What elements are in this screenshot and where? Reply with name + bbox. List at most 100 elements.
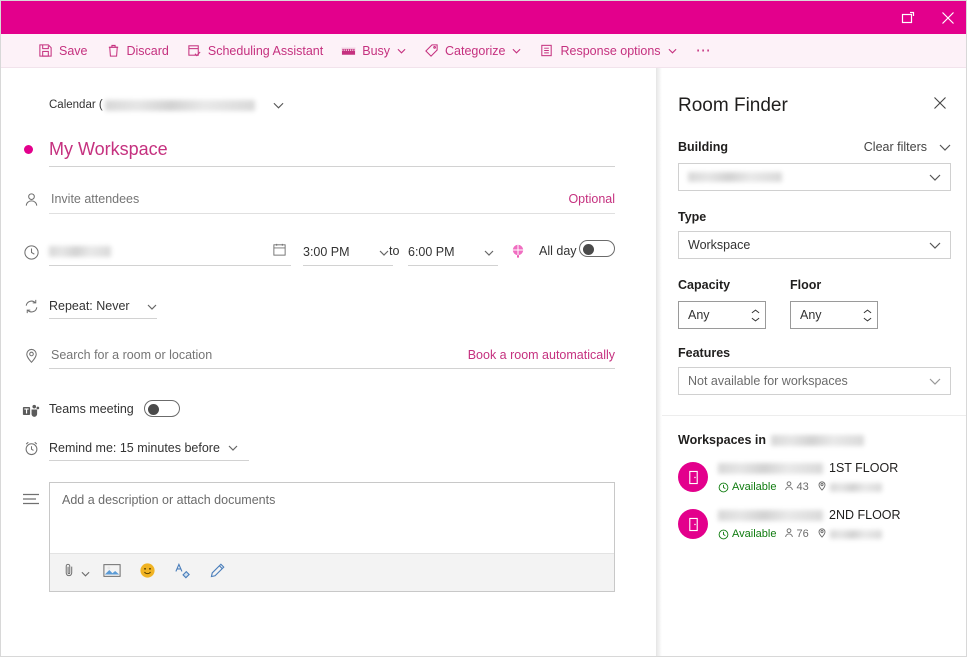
- optional-attendees-link[interactable]: Optional: [568, 192, 615, 206]
- to-label: to: [389, 244, 400, 258]
- save-icon: [38, 43, 53, 58]
- list-item[interactable]: 2ND FLOOR Available 76: [678, 507, 951, 541]
- description-lines-icon: [19, 492, 43, 506]
- floor-label: Floor: [790, 278, 822, 292]
- insert-picture-button[interactable]: [99, 560, 125, 586]
- workspace-body: 2ND FLOOR Available 76: [718, 507, 951, 541]
- toggle-knob: [147, 404, 159, 415]
- scheduling-assistant-button[interactable]: Scheduling Assistant: [178, 34, 332, 68]
- capacity-stepper[interactable]: Any: [678, 301, 766, 329]
- close-icon: [933, 96, 947, 115]
- workspace-meta: Available 43: [718, 480, 951, 494]
- workspace-location-redacted: [829, 482, 882, 492]
- response-options-label: Response options: [560, 43, 661, 58]
- location-pin-icon: [817, 527, 827, 541]
- reminder-field[interactable]: Remind me: 15 minutes before: [49, 436, 249, 461]
- features-label-row: Features: [678, 346, 951, 360]
- chevron-down-icon: [512, 48, 521, 54]
- location-search-input[interactable]: [49, 347, 379, 363]
- insert-emoji-button[interactable]: [134, 560, 160, 586]
- workspace-capacity: 43: [796, 481, 809, 493]
- description-toolbar: [50, 553, 614, 591]
- type-select[interactable]: Workspace: [678, 231, 951, 259]
- chevron-down-icon[interactable]: [939, 138, 951, 156]
- features-select[interactable]: Not available for workspaces: [678, 367, 951, 395]
- description-box[interactable]: Add a description or attach documents: [49, 482, 615, 592]
- teams-meeting-toggle[interactable]: [143, 400, 180, 417]
- room-finder-title: Room Finder: [678, 94, 788, 116]
- type-value: Workspace: [688, 238, 751, 252]
- building-value-redacted: [688, 172, 782, 182]
- building-icon: [688, 470, 698, 484]
- draw-ink-button[interactable]: [204, 560, 230, 586]
- availability-status: Available: [732, 481, 777, 493]
- workspace-name: 1ST FLOOR: [718, 461, 951, 475]
- format-text-button[interactable]: [169, 560, 195, 586]
- response-options-button[interactable]: Response options: [530, 34, 685, 68]
- chevron-up-icon: [863, 309, 872, 313]
- end-time-field[interactable]: 6:00 PM: [408, 238, 498, 266]
- stepper-arrows[interactable]: [863, 309, 872, 322]
- capacity-value: Any: [688, 308, 710, 322]
- workspace-location-redacted: [829, 529, 882, 539]
- discard-button[interactable]: Discard: [97, 34, 178, 68]
- busy-label: Busy: [362, 43, 391, 58]
- description-placeholder[interactable]: Add a description or attach documents: [50, 483, 614, 553]
- stepper-arrows[interactable]: [751, 309, 760, 322]
- invite-attendees-input[interactable]: [49, 191, 449, 207]
- event-title-row: [49, 133, 615, 167]
- busy-button[interactable]: Busy: [332, 34, 415, 68]
- person-icon: [784, 480, 794, 494]
- categorize-button[interactable]: Categorize: [415, 34, 530, 68]
- book-room-automatically-link[interactable]: Book a room automatically: [468, 348, 615, 362]
- save-button[interactable]: Save: [29, 34, 97, 68]
- room-finder-panel: Room Finder Building Clear filters Type …: [662, 68, 966, 656]
- emoji-icon: [139, 562, 156, 584]
- list-item[interactable]: 1ST FLOOR Available 43: [678, 460, 951, 494]
- repeat-field[interactable]: Repeat: Never: [49, 293, 157, 319]
- chevron-down-icon: [863, 317, 872, 321]
- more-commands-button[interactable]: ⋯: [686, 34, 722, 68]
- location-row: Book a room automatically: [49, 342, 615, 369]
- capacity-group: Capacity Any: [678, 276, 766, 329]
- floor-group: Floor Any: [790, 276, 878, 329]
- floor-stepper[interactable]: Any: [790, 301, 878, 329]
- popout-button[interactable]: [888, 1, 928, 34]
- workspaces-building-redacted: [771, 434, 865, 446]
- location-pin-icon: [817, 480, 827, 494]
- attach-button[interactable]: [62, 560, 90, 586]
- building-select[interactable]: [678, 163, 951, 191]
- all-day-toggle[interactable]: [579, 240, 615, 257]
- workspace-name: 2ND FLOOR: [718, 508, 951, 522]
- clear-filters-button[interactable]: Clear filters: [864, 140, 927, 154]
- end-time-value: 6:00 PM: [408, 244, 455, 259]
- panel-divider: [662, 415, 966, 416]
- person-icon: [784, 527, 794, 541]
- availability-status: Available: [732, 528, 777, 540]
- teams-meeting-row: Teams meeting: [49, 400, 180, 417]
- workspaces-header: Workspaces in: [678, 433, 951, 447]
- start-date-field[interactable]: [49, 238, 291, 266]
- capacity-floor-row: Capacity Any Floor Any: [678, 276, 951, 329]
- calendar-selector[interactable]: Calendar (: [49, 99, 284, 111]
- calendar-icon: [272, 242, 287, 262]
- repeat-label: Repeat: Never: [49, 298, 130, 313]
- start-time-field[interactable]: 3:00 PM: [303, 238, 393, 266]
- close-button[interactable]: [928, 1, 966, 34]
- calendar-selector-label: Calendar (: [49, 99, 103, 111]
- workspace-capacity: 76: [796, 528, 809, 540]
- chevron-down-icon: [379, 245, 389, 259]
- event-title-input[interactable]: [49, 139, 615, 160]
- room-finder-close-button[interactable]: [929, 92, 951, 119]
- event-color-dot: [24, 145, 33, 154]
- workspace-name-redacted: [718, 509, 823, 521]
- clock-icon: [718, 529, 729, 540]
- features-label: Features: [678, 346, 731, 360]
- workspaces-header-label: Workspaces in: [678, 433, 767, 447]
- teams-meeting-label: Teams meeting: [49, 401, 134, 416]
- building-label-row: Building Clear filters: [678, 138, 951, 156]
- chevron-down-icon: [929, 238, 941, 252]
- chevron-down-icon: [668, 48, 677, 54]
- building-icon: [688, 517, 698, 531]
- timezone-icon[interactable]: [509, 242, 527, 265]
